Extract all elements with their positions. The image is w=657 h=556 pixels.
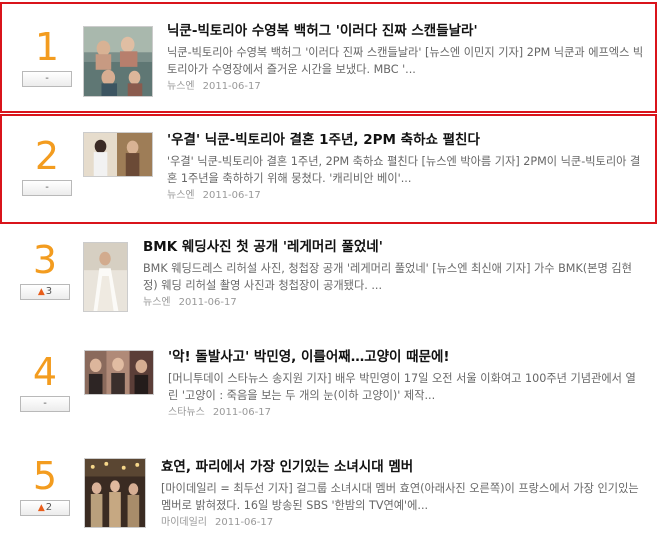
up-arrow-icon: ▲ — [37, 503, 45, 513]
news-thumbnail[interactable] — [84, 458, 146, 528]
news-item-1: 1 - 닉쿤-빅토리아 수영복 백허그 '이러다 진짜 스캔들날라' 닉쿤-빅토… — [0, 2, 657, 113]
news-title-link[interactable]: '우결' 닉쿤-빅토리아 결혼 1주년, 2PM 축하쇼 펼친다 — [167, 131, 647, 149]
rank-change-value: - — [45, 182, 49, 193]
news-thumbnail[interactable] — [84, 350, 154, 395]
news-item-3: 3 ▲3 BMK 웨딩사진 첫 공개 '레게머리 풀었네' BMK 웨딩드레스 … — [0, 228, 657, 334]
rank-number: 3 — [32, 238, 58, 282]
news-source: 스타뉴스 — [168, 407, 205, 418]
news-item-5: 5 ▲2 효연, 파리에서 가장 인기있는 소녀시대 멤버 [마이데일리 = 최… — [0, 446, 657, 554]
rank-change-badge: ▲3 — [20, 284, 70, 300]
news-item-4: 4 - '악! 돌발사고' 박민영, 이를어째…고양이 때문에! [머니투데이 … — [0, 336, 657, 444]
rank-number: 2 — [34, 134, 60, 178]
rank-box: 3 ▲3 — [19, 238, 71, 300]
rank-change-value: 2 — [45, 502, 53, 513]
news-date: 2011-06-17 — [215, 517, 274, 528]
rank-number: 1 — [34, 25, 60, 69]
news-text: '우결' 닉쿤-빅토리아 결혼 1주년, 2PM 축하쇼 펼친다 '우결' 닉쿤… — [167, 131, 647, 203]
news-summary: 닉쿤-빅토리아 수영복 백허그 '이러다 진짜 스캔들날라' [뉴스엔 이민지 … — [167, 46, 644, 76]
news-summary: BMK 웨딩드레스 리허설 사진, 청첩장 공개 '레게머리 풀었네' [뉴스엔… — [143, 262, 632, 292]
news-source: 뉴스엔 — [143, 297, 171, 308]
up-arrow-icon: ▲ — [37, 287, 45, 297]
news-summary: [마이데일리 = 최두선 기자] 걸그룹 소녀시대 멤버 효연(아래사진 오른쪽… — [161, 482, 639, 512]
news-title-link[interactable]: 닉쿤-빅토리아 수영복 백허그 '이러다 진짜 스캔들날라' — [167, 22, 647, 40]
news-summary: [머니투데이 스타뉴스 송지원 기자] 배우 박민영이 17일 오전 서울 이화… — [168, 372, 636, 402]
news-title-link[interactable]: BMK 웨딩사진 첫 공개 '레게머리 풀었네' — [143, 238, 643, 256]
news-date: 2011-06-17 — [202, 190, 261, 201]
news-title-link[interactable]: '악! 돌발사고' 박민영, 이를어째…고양이 때문에! — [168, 348, 646, 366]
rank-change-value: 3 — [45, 286, 53, 297]
rank-change-value: - — [43, 398, 47, 409]
news-date: 2011-06-17 — [178, 297, 237, 308]
news-text: 닉쿤-빅토리아 수영복 백허그 '이러다 진짜 스캔들날라' 닉쿤-빅토리아 수… — [167, 22, 647, 94]
rank-change-badge: ▲2 — [20, 500, 70, 516]
rank-change-badge: - — [22, 71, 72, 87]
rank-box: 5 ▲2 — [19, 454, 71, 516]
rank-number: 5 — [32, 454, 58, 498]
news-thumbnail[interactable] — [83, 242, 128, 312]
rank-change-badge: - — [22, 180, 72, 196]
rank-number: 4 — [32, 350, 58, 394]
news-item-2: 2 - '우결' 닉쿤-빅토리아 결혼 1주년, 2PM 축하쇼 펼친다 '우결… — [0, 114, 657, 224]
news-text: '악! 돌발사고' 박민영, 이를어째…고양이 때문에! [머니투데이 스타뉴스… — [168, 348, 646, 420]
news-source: 뉴스엔 — [167, 81, 195, 92]
news-meta: 뉴스엔 2011-06-17 — [167, 189, 647, 203]
news-source: 마이데일리 — [161, 517, 207, 528]
news-meta: 뉴스엔 2011-06-17 — [167, 80, 647, 94]
news-date: 2011-06-17 — [212, 407, 271, 418]
news-thumbnail[interactable] — [83, 132, 153, 177]
rank-change-value: - — [45, 73, 49, 84]
news-summary: '우결' 닉쿤-빅토리아 결혼 1주년, 2PM 축하쇼 펼친다 [뉴스엔 박아… — [167, 155, 641, 185]
rank-box: 1 - — [21, 25, 73, 87]
news-thumbnail[interactable] — [83, 26, 153, 97]
news-source: 뉴스엔 — [167, 190, 195, 201]
news-meta: 마이데일리 2011-06-17 — [161, 516, 647, 530]
news-text: BMK 웨딩사진 첫 공개 '레게머리 풀었네' BMK 웨딩드레스 리허설 사… — [143, 238, 643, 310]
rank-change-badge: - — [20, 396, 70, 412]
news-title-link[interactable]: 효연, 파리에서 가장 인기있는 소녀시대 멤버 — [161, 458, 647, 476]
news-date: 2011-06-17 — [202, 81, 261, 92]
rank-box: 2 - — [21, 134, 73, 196]
news-meta: 뉴스엔 2011-06-17 — [143, 296, 643, 310]
news-text: 효연, 파리에서 가장 인기있는 소녀시대 멤버 [마이데일리 = 최두선 기자… — [161, 458, 647, 530]
rank-box: 4 - — [19, 350, 71, 412]
news-meta: 스타뉴스 2011-06-17 — [168, 406, 646, 420]
